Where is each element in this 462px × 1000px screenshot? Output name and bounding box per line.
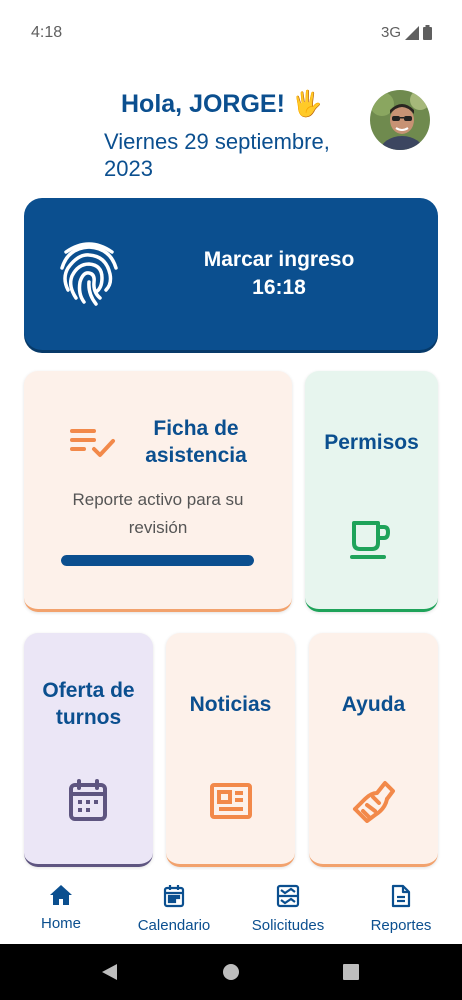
recents-icon[interactable]: [343, 964, 359, 980]
current-date: Viernes 29 septiembre, 2023: [104, 129, 330, 181]
status-bar: 4:18 3G: [0, 0, 462, 66]
back-icon[interactable]: [100, 963, 118, 981]
attendance-card[interactable]: Ficha de asistencia Reporte activo para …: [24, 371, 292, 612]
checklist-icon: [70, 429, 115, 457]
nav-calendar-label: Calendario: [137, 917, 211, 934]
document-icon: [391, 884, 411, 908]
clock-in-label: Marcar ingreso: [203, 248, 355, 271]
inbox-icon: [276, 884, 300, 908]
nav-home-label: Home: [40, 915, 81, 932]
attendance-progress-bar: [61, 555, 254, 566]
nav-requests-label: Solicitudes: [251, 917, 325, 934]
nav-requests[interactable]: Solicitudes: [233, 884, 343, 934]
newspaper-icon: [210, 783, 252, 819]
permissions-card[interactable]: Permisos: [305, 371, 438, 612]
nav-reports-label: Reportes: [370, 917, 432, 934]
home-icon: [50, 885, 72, 905]
nav-calendar[interactable]: Calendario: [119, 884, 229, 934]
nav-reports[interactable]: Reportes: [346, 884, 456, 934]
attendance-progress-fill: [61, 555, 254, 566]
calendar-grid-icon: [69, 779, 107, 821]
battery-icon: [423, 25, 432, 40]
avatar-photo: [370, 90, 430, 150]
bottom-navigation: Home Calendario Solicitudes Reportes: [0, 870, 462, 944]
avatar[interactable]: [370, 90, 430, 150]
handshake-icon: [353, 781, 395, 823]
attendance-title: Ficha de asistencia: [145, 417, 247, 467]
network-type: 3G: [380, 24, 401, 41]
news-card[interactable]: Noticias: [166, 633, 295, 867]
clock-in-button[interactable]: Marcar ingreso 16:18: [24, 198, 438, 350]
fingerprint-icon: [60, 242, 118, 306]
signal-icon: [405, 25, 419, 40]
coffee-cup-icon: [350, 521, 390, 559]
help-title: Ayuda: [341, 693, 406, 716]
nav-home[interactable]: Home: [6, 884, 116, 932]
help-card[interactable]: Ayuda: [309, 633, 438, 867]
calendar-icon: [163, 885, 185, 908]
home-circle-icon[interactable]: [222, 963, 240, 981]
shift-offer-card[interactable]: Oferta de turnos: [24, 633, 153, 867]
clock-in-time: 16:18: [252, 276, 306, 299]
status-time: 4:18: [31, 24, 63, 41]
system-navigation-bar: [0, 944, 462, 1000]
permissions-title: Permisos: [324, 431, 419, 454]
shift-offer-title: Oferta de turnos: [42, 679, 135, 729]
status-indicators: 3G: [381, 24, 432, 41]
news-title: Noticias: [189, 693, 272, 716]
attendance-description: Reporte activo para su revisión: [72, 490, 244, 537]
greeting-title: Hola, JORGE! 🖐: [121, 90, 323, 118]
